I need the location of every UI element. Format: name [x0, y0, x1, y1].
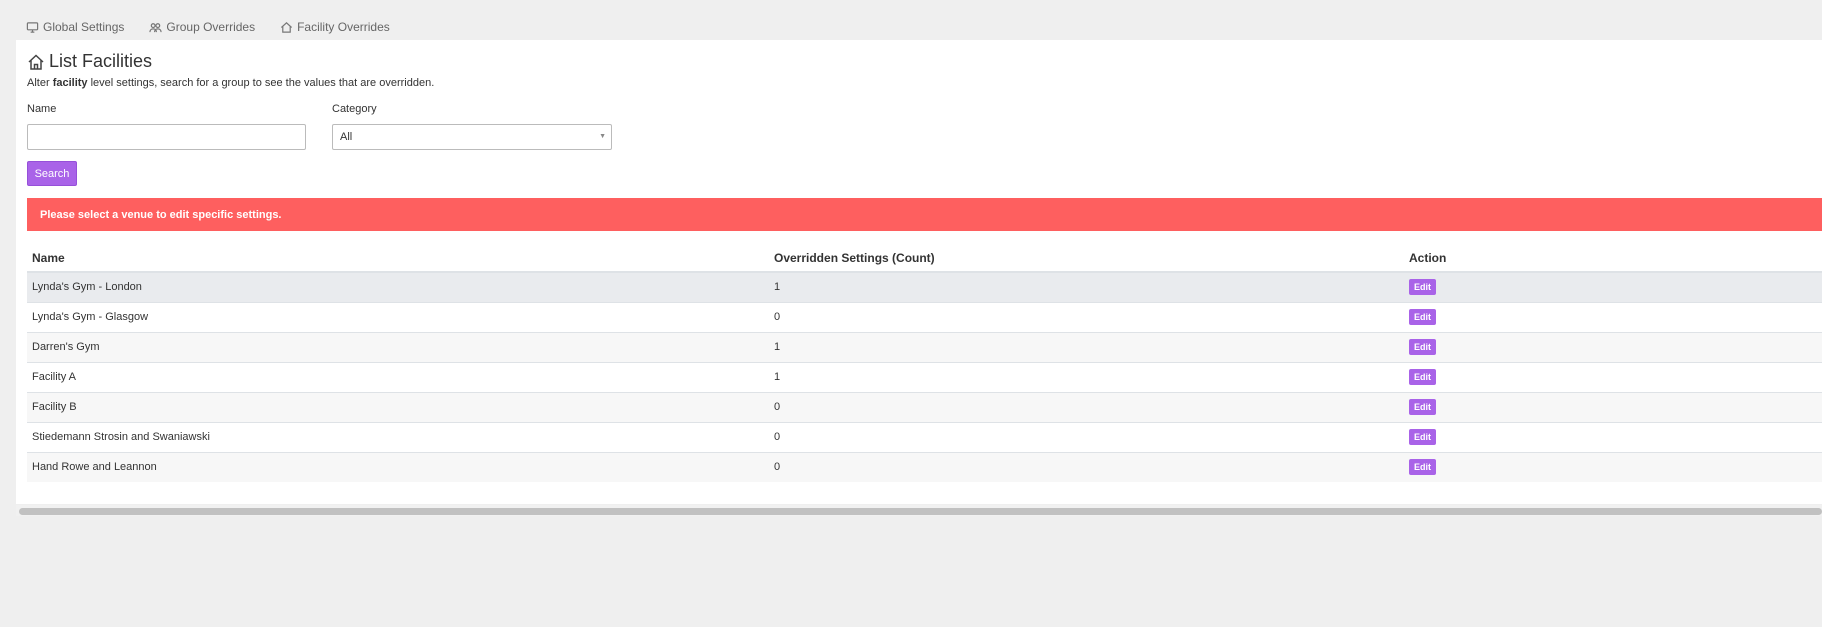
settings-tabs: Global Settings Group Overrides Facility…: [26, 19, 415, 35]
chevron-down-icon: ▼: [599, 133, 606, 140]
override-count: 0: [769, 421, 1404, 452]
edit-button[interactable]: Edit: [1409, 309, 1436, 325]
override-count: 0: [769, 301, 1404, 332]
facility-name: Facility A: [27, 361, 769, 392]
tab-group-overrides[interactable]: Group Overrides: [149, 20, 255, 34]
override-count: 1: [769, 271, 1404, 302]
facility-name: Darren's Gym: [27, 331, 769, 362]
page-subtitle: Alter facility level settings, search fo…: [27, 77, 435, 89]
search-button[interactable]: Search: [27, 161, 77, 186]
facility-name: Stiedemann Strosin and Swaniawski: [27, 421, 769, 452]
table-row: Hand Rowe and Leannon 0 Edit: [27, 451, 1822, 482]
table-row: Darren's Gym 1 Edit: [27, 331, 1822, 362]
tab-label: Group Overrides: [166, 20, 256, 34]
override-count: 1: [769, 361, 1404, 392]
edit-button[interactable]: Edit: [1409, 459, 1436, 476]
tab-facility-overrides[interactable]: Facility Overrides: [280, 20, 390, 34]
table-row: Stiedemann Strosin and Swaniawski 0 Edit: [27, 421, 1822, 452]
scrollbar-thumb[interactable]: [19, 508, 1822, 515]
override-count: 0: [769, 391, 1404, 422]
facility-name: Facility B: [27, 391, 769, 422]
facility-name: Lynda's Gym - Glasgow: [27, 301, 769, 332]
users-icon: [149, 22, 163, 32]
override-count: 0: [769, 451, 1404, 482]
category-value: All: [340, 131, 353, 143]
category-label: Category: [332, 103, 377, 115]
edit-button[interactable]: Edit: [1409, 279, 1436, 296]
main-panel: List Facilities Alter facility level set…: [16, 40, 1822, 504]
edit-button[interactable]: Edit: [1409, 429, 1436, 445]
header-count: Overridden Settings (Count): [769, 244, 1404, 273]
facility-name: Hand Rowe and Leannon: [27, 451, 769, 482]
name-label: Name: [27, 103, 57, 115]
name-input[interactable]: [27, 124, 306, 150]
header-action: Action: [1404, 244, 1822, 273]
facility-name: Lynda's Gym - London: [27, 271, 769, 302]
page-title-text: List Facilities: [49, 51, 153, 71]
table-row: Facility B 0 Edit: [27, 391, 1822, 422]
facilities-table: Name Overridden Settings (Count) Action …: [27, 244, 1822, 482]
edit-button[interactable]: Edit: [1409, 339, 1436, 355]
alert-banner: Please select a venue to edit specific s…: [27, 198, 1822, 231]
edit-button[interactable]: Edit: [1409, 399, 1436, 415]
category-select[interactable]: All ▼: [332, 124, 612, 150]
table-row: Lynda's Gym - Glasgow 0 Edit: [27, 301, 1822, 332]
edit-button[interactable]: Edit: [1409, 369, 1436, 385]
table-row: Facility A 1 Edit: [27, 361, 1822, 392]
table-row: Lynda's Gym - London 1 Edit: [27, 271, 1822, 302]
monitor-icon: [26, 21, 39, 33]
header-name: Name: [27, 244, 769, 273]
page-title: List Facilities: [27, 51, 152, 72]
home-icon: [281, 21, 293, 33]
horizontal-scrollbar[interactable]: [16, 505, 1822, 516]
tab-global-settings[interactable]: Global Settings: [26, 20, 124, 34]
override-count: 1: [769, 331, 1404, 362]
home-icon: [28, 53, 44, 70]
tab-label: Global Settings: [43, 20, 125, 34]
tab-label: Facility Overrides: [297, 20, 390, 34]
